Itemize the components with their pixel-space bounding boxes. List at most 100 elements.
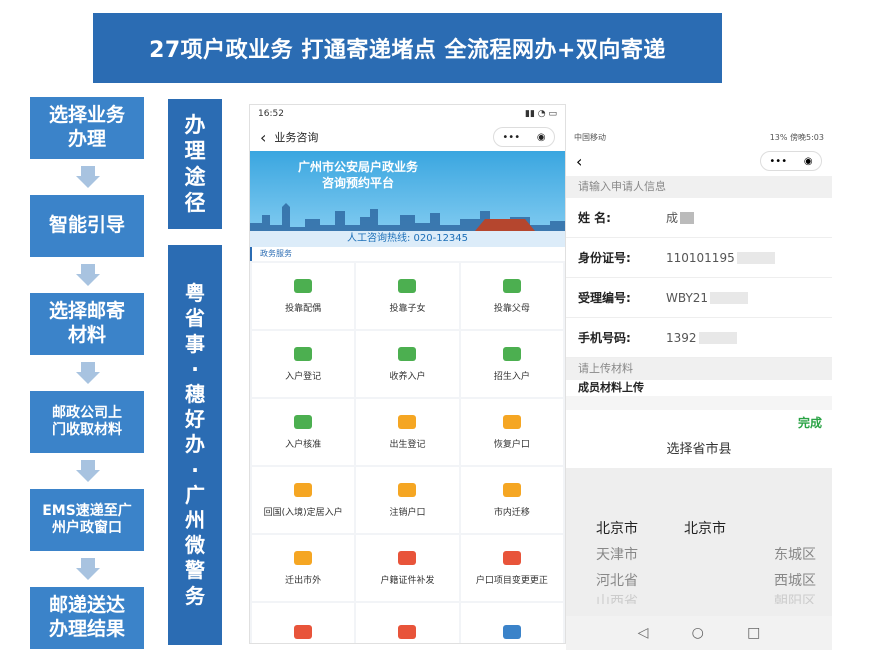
applicant-section-title: 请输入申请人信息: [566, 176, 832, 198]
service-item-label: 入户登记: [285, 371, 322, 382]
parent-icon: [502, 278, 521, 293]
district-option[interactable]: 西城区: [774, 568, 816, 594]
house-icon: [294, 625, 313, 639]
phone-screen-consultation: 16:52 ▮▮ ◔ ▭ ‹ 业务咨询 ••• ◉ 广州市公安局户政业务 咨询预…: [249, 104, 566, 644]
service-item[interactable]: [252, 603, 355, 643]
id-number-field[interactable]: 身份证号: 110101195: [566, 238, 832, 278]
district-option[interactable]: 朝阳区: [774, 594, 816, 604]
step-ems-delivery: EMS速递至广 州户政窗口: [30, 489, 144, 551]
service-item-label: 入户核准: [285, 439, 322, 450]
region-picker[interactable]: 完成 选择省市县 北京市 天津市 河北省 山西省 北京市 东城区 西城区 朝阳区…: [566, 410, 832, 650]
province-option[interactable]: 河北省: [596, 568, 638, 594]
city-option[interactable]: 北京市: [684, 516, 726, 542]
province-option[interactable]: 天津市: [596, 542, 638, 568]
picker-title: 选择省市县: [566, 434, 832, 468]
service-item-label: 注销户口: [389, 507, 426, 518]
service-item[interactable]: 回国(入境)定居入户: [252, 467, 355, 533]
return-icon: [294, 482, 313, 497]
step-label: 选择邮寄 材料: [48, 300, 125, 346]
flow-arrow-stem: [81, 362, 95, 372]
city-column[interactable]: 北京市: [684, 516, 726, 542]
status-icons: ▮▮ ◔ ▭: [525, 109, 557, 119]
service-item[interactable]: 收养入户: [356, 331, 459, 397]
id-card-icon: [294, 346, 313, 361]
service-item[interactable]: 入户核准: [252, 399, 355, 465]
status-bar: 16:52 ▮▮ ◔ ▭: [250, 105, 565, 123]
graduate-icon: [502, 346, 521, 361]
android-nav-bar: ◁ ○ □: [566, 616, 832, 650]
card-icon: [502, 625, 521, 639]
service-grid: 投靠配偶 投靠子女 投靠父母入户登记 收养入户 招生入户入户核准 出生登记 恢复户口回国(入…: [250, 261, 565, 643]
home-circle-icon[interactable]: ○: [692, 625, 704, 641]
redaction-mask: [680, 211, 695, 224]
district-option[interactable]: 东城区: [774, 542, 816, 568]
service-item[interactable]: 入户登记: [252, 331, 355, 397]
back-icon[interactable]: ‹: [260, 128, 266, 147]
name-label: 姓 名:: [578, 211, 611, 225]
check-icon: [294, 414, 313, 429]
province-column[interactable]: 北京市 天津市 河北省 山西省: [596, 516, 638, 604]
upload-section-title: 请上传材料: [566, 358, 832, 380]
province-option[interactable]: 山西省: [596, 594, 638, 604]
flow-arrow-stem: [81, 460, 95, 470]
status-time: 16:52: [258, 109, 284, 119]
service-item-label: 户籍证件补发: [380, 575, 435, 586]
step-result-delivered: 邮递送达 办理结果: [30, 587, 144, 649]
service-item[interactable]: 投靠父母: [460, 263, 563, 329]
restore-icon: [502, 414, 521, 429]
close-target-icon[interactable]: ◉: [537, 132, 546, 143]
id-number-value: 110101195: [666, 250, 735, 265]
status-carrier: 中国移动: [574, 132, 606, 142]
name-field[interactable]: 姓 名: 成: [566, 198, 832, 238]
service-item-label: 收养入户: [389, 371, 426, 382]
district-column[interactable]: 东城区 西城区 朝阳区: [774, 542, 816, 604]
flow-arrow-down-icon: [76, 274, 100, 286]
step-smart-guide: 智能引导: [30, 195, 144, 257]
done-button[interactable]: 完成: [798, 414, 822, 431]
flow-arrow-down-icon: [76, 372, 100, 384]
cancel-icon: [398, 482, 417, 497]
phone-number-field[interactable]: 手机号码: 1392: [566, 318, 832, 358]
service-item[interactable]: [356, 603, 459, 643]
adopt-icon: [398, 346, 417, 361]
service-item[interactable]: 户籍证件补发: [356, 535, 459, 601]
service-item[interactable]: 注销户口: [356, 467, 459, 533]
service-item-label: 投靠配偶: [285, 303, 322, 314]
service-item[interactable]: 投靠子女: [356, 263, 459, 329]
service-item[interactable]: 恢复户口: [460, 399, 563, 465]
hotline-text: 人工咨询热线: 020-12345: [250, 231, 565, 247]
baby-icon: [398, 414, 417, 429]
step-choose-mail-materials: 选择邮寄 材料: [30, 293, 144, 355]
more-icon[interactable]: •••: [502, 132, 520, 143]
service-item[interactable]: 迁出市外: [252, 535, 355, 601]
service-item[interactable]: 投靠配偶: [252, 263, 355, 329]
flow-arrow-down-icon: [76, 568, 100, 580]
service-item-label: 恢复户口: [493, 439, 530, 450]
upload-members-row[interactable]: 成员材料上传: [566, 380, 832, 396]
service-item[interactable]: 户口项目变更更正: [460, 535, 563, 601]
province-option[interactable]: 北京市: [596, 516, 638, 542]
back-triangle-icon[interactable]: ◁: [638, 625, 649, 641]
acceptance-number-value: WBY21: [666, 290, 709, 305]
platforms-label: 粤 省 事 · 穗 好 办 · 广 州 微 警 务: [168, 245, 222, 645]
more-icon[interactable]: •••: [769, 156, 787, 167]
step-choose-business: 选择业务 办理: [30, 97, 144, 159]
city-skyline-icon: [250, 203, 565, 231]
recent-square-icon[interactable]: □: [747, 625, 760, 641]
service-item[interactable]: [460, 603, 563, 643]
service-item[interactable]: 招生入户: [460, 331, 563, 397]
close-target-icon[interactable]: ◉: [804, 156, 813, 167]
service-item[interactable]: 市内迁移: [460, 467, 563, 533]
edit-icon: [502, 550, 521, 565]
section-title: 政务服务: [250, 247, 565, 261]
acceptance-number-field[interactable]: 受理编号: WBY21: [566, 278, 832, 318]
miniprogram-capsule[interactable]: ••• ◉: [760, 151, 822, 171]
path-label-text: 办 理 途 径: [184, 112, 206, 216]
service-item-label: 户口项目变更更正: [475, 575, 548, 586]
back-icon[interactable]: ‹: [576, 152, 582, 171]
service-item[interactable]: 出生登记: [356, 399, 459, 465]
miniprogram-capsule[interactable]: ••• ◉: [493, 127, 555, 147]
flow-arrow-stem: [81, 558, 95, 568]
banner-title: 27项户政业务 打通寄递堵点 全流程网办+双向寄递: [93, 13, 722, 83]
name-value: 成: [666, 211, 679, 225]
